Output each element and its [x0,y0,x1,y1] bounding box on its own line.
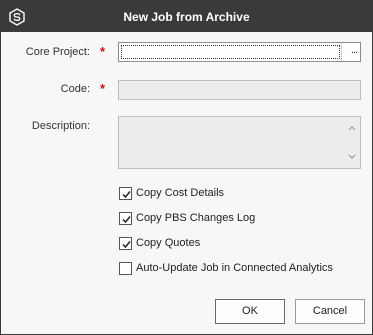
auto-update-job-checkbox[interactable] [119,262,132,275]
copy-cost-details-label: Copy Cost Details [136,187,225,199]
copy-quotes-checkbox[interactable] [119,237,132,250]
code-input[interactable] [118,80,361,100]
copy-pbs-changes-log-label: Copy PBS Changes Log [136,212,256,224]
description-label: Description: [31,120,90,132]
scroll-up-icon[interactable] [347,123,357,133]
dialog-title: New Job from Archive [123,10,250,24]
copy-cost-details-checkbox[interactable] [119,187,132,200]
code-label: Code: [60,83,90,95]
copy-quotes-label: Copy Quotes [136,237,201,249]
field-separator [341,43,342,61]
new-job-dialog: New Job from Archive Core Project: * ...… [0,0,373,335]
cancel-button[interactable]: Cancel [295,299,365,324]
auto-update-job-label: Auto-Update Job in Connected Analytics [136,262,333,274]
focus-indicator [121,45,340,59]
core-project-required-mark: * [100,44,106,59]
title-bar: New Job from Archive [1,1,372,32]
scroll-down-icon[interactable] [347,152,357,162]
core-project-label: Core Project: [25,46,90,58]
code-required-mark: * [100,81,106,96]
copy-pbs-changes-log-checkbox[interactable] [119,212,132,225]
ok-button[interactable]: OK [215,299,285,324]
description-textarea[interactable] [118,116,361,169]
browse-core-project-button[interactable]: ... [351,44,358,56]
core-project-input[interactable]: ... [118,42,361,62]
